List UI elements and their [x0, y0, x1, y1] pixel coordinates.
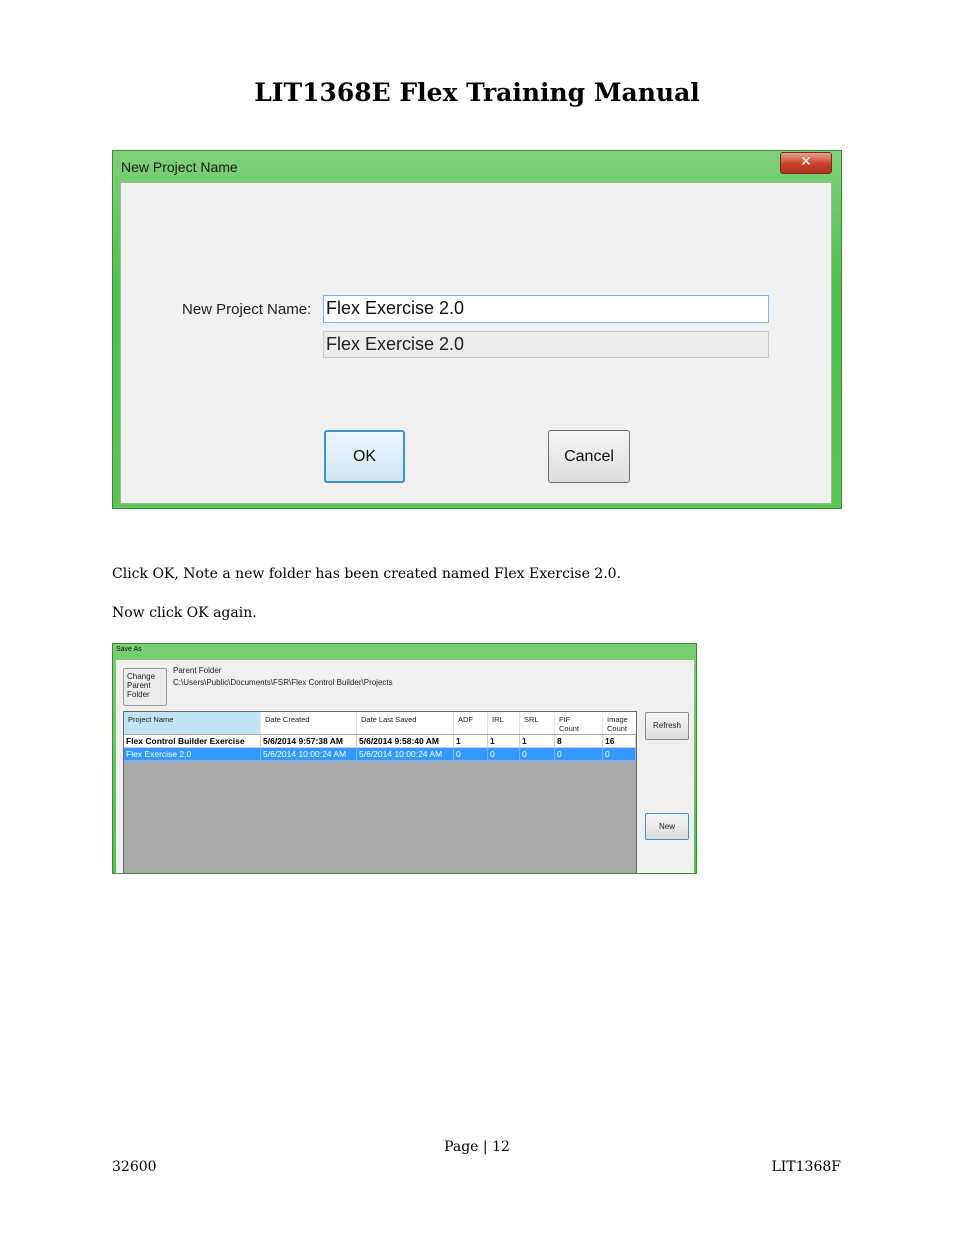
save-as-dialog: Save As Change Parent Folder Parent Fold…: [112, 643, 697, 874]
column-header-fif-count[interactable]: FIF Count: [555, 712, 603, 734]
project-name-readonly-field: Flex Exercise 2.0: [323, 331, 769, 358]
table-cell: 5/6/2014 9:57:38 AM: [261, 735, 357, 748]
dialog-body: Change Parent Folder Parent Folder C:\Us…: [116, 660, 694, 873]
table-cell: 0: [555, 748, 603, 761]
table-cell: 5/6/2014 10:00:24 AM: [357, 748, 454, 761]
column-header-project-name[interactable]: Project Name: [124, 712, 261, 734]
change-parent-folder-button[interactable]: Change Parent Folder: [123, 668, 167, 706]
table-cell: Flex Exercise 2.0: [124, 748, 261, 761]
dialog-body: New Project Name: Flex Exercise 2.0 Flex…: [120, 182, 832, 504]
table-cell: 1: [454, 735, 488, 748]
column-header-srl[interactable]: SRL: [520, 712, 555, 734]
table-cell: 5/6/2014 9:58:40 AM: [357, 735, 454, 748]
instruction-paragraph-1: Click OK, Note a new folder has been cre…: [112, 566, 622, 582]
project-name-input[interactable]: Flex Exercise 2.0: [323, 295, 769, 323]
table-cell: 8: [555, 735, 603, 748]
column-header-image-count[interactable]: Image Count: [603, 712, 636, 734]
button-label-line: Parent: [127, 681, 151, 690]
cancel-button[interactable]: Cancel: [548, 430, 630, 483]
page-number: Page | 12: [444, 1139, 510, 1155]
table-header: Project Name Date Created Date Last Save…: [124, 712, 636, 734]
new-project-name-dialog: New Project Name ✕ New Project Name: Fle…: [112, 150, 842, 509]
document-title: LIT1368E Flex Training Manual: [254, 78, 700, 107]
column-header-irl[interactable]: IRL: [488, 712, 520, 734]
dialog-title: New Project Name: [121, 159, 238, 175]
column-header-date-created[interactable]: Date Created: [261, 712, 357, 734]
table-cell: Flex Control Builder Exercise: [124, 735, 261, 748]
table-row-selected[interactable]: Flex Exercise 2.0 5/6/2014 10:00:24 AM 5…: [124, 748, 636, 761]
dialog-title: Save As: [116, 646, 142, 653]
table-cell: 5/6/2014 10:00:24 AM: [261, 748, 357, 761]
table-cell: 1: [520, 735, 555, 748]
new-button[interactable]: New: [645, 813, 689, 840]
footer-left: 32600: [112, 1159, 157, 1175]
table-cell: 0: [488, 748, 520, 761]
table-cell: 0: [603, 748, 636, 761]
column-header-adf[interactable]: ADF: [454, 712, 488, 734]
project-name-label: New Project Name:: [182, 301, 312, 318]
table-cell: 0: [454, 748, 488, 761]
column-header-date-last-saved[interactable]: Date Last Saved: [357, 712, 454, 734]
table-cell: 0: [520, 748, 555, 761]
parent-folder-label: Parent Folder: [173, 666, 222, 675]
footer-right: LIT1368F: [771, 1159, 841, 1175]
instruction-paragraph-2: Now click OK again.: [112, 605, 257, 621]
button-label-line: Folder: [127, 690, 150, 699]
refresh-button[interactable]: Refresh: [645, 712, 689, 740]
button-label-line: Change: [127, 672, 156, 681]
table-row[interactable]: Flex Control Builder Exercise 5/6/2014 9…: [124, 735, 636, 748]
close-icon[interactable]: ✕: [780, 152, 832, 174]
projects-table: Project Name Date Created Date Last Save…: [123, 711, 637, 873]
ok-button[interactable]: OK: [324, 430, 405, 483]
table-cell: 1: [488, 735, 520, 748]
parent-folder-path: C:\Users\Public\Documents\FSR\Flex Contr…: [173, 678, 393, 687]
table-cell: 16: [603, 735, 636, 748]
